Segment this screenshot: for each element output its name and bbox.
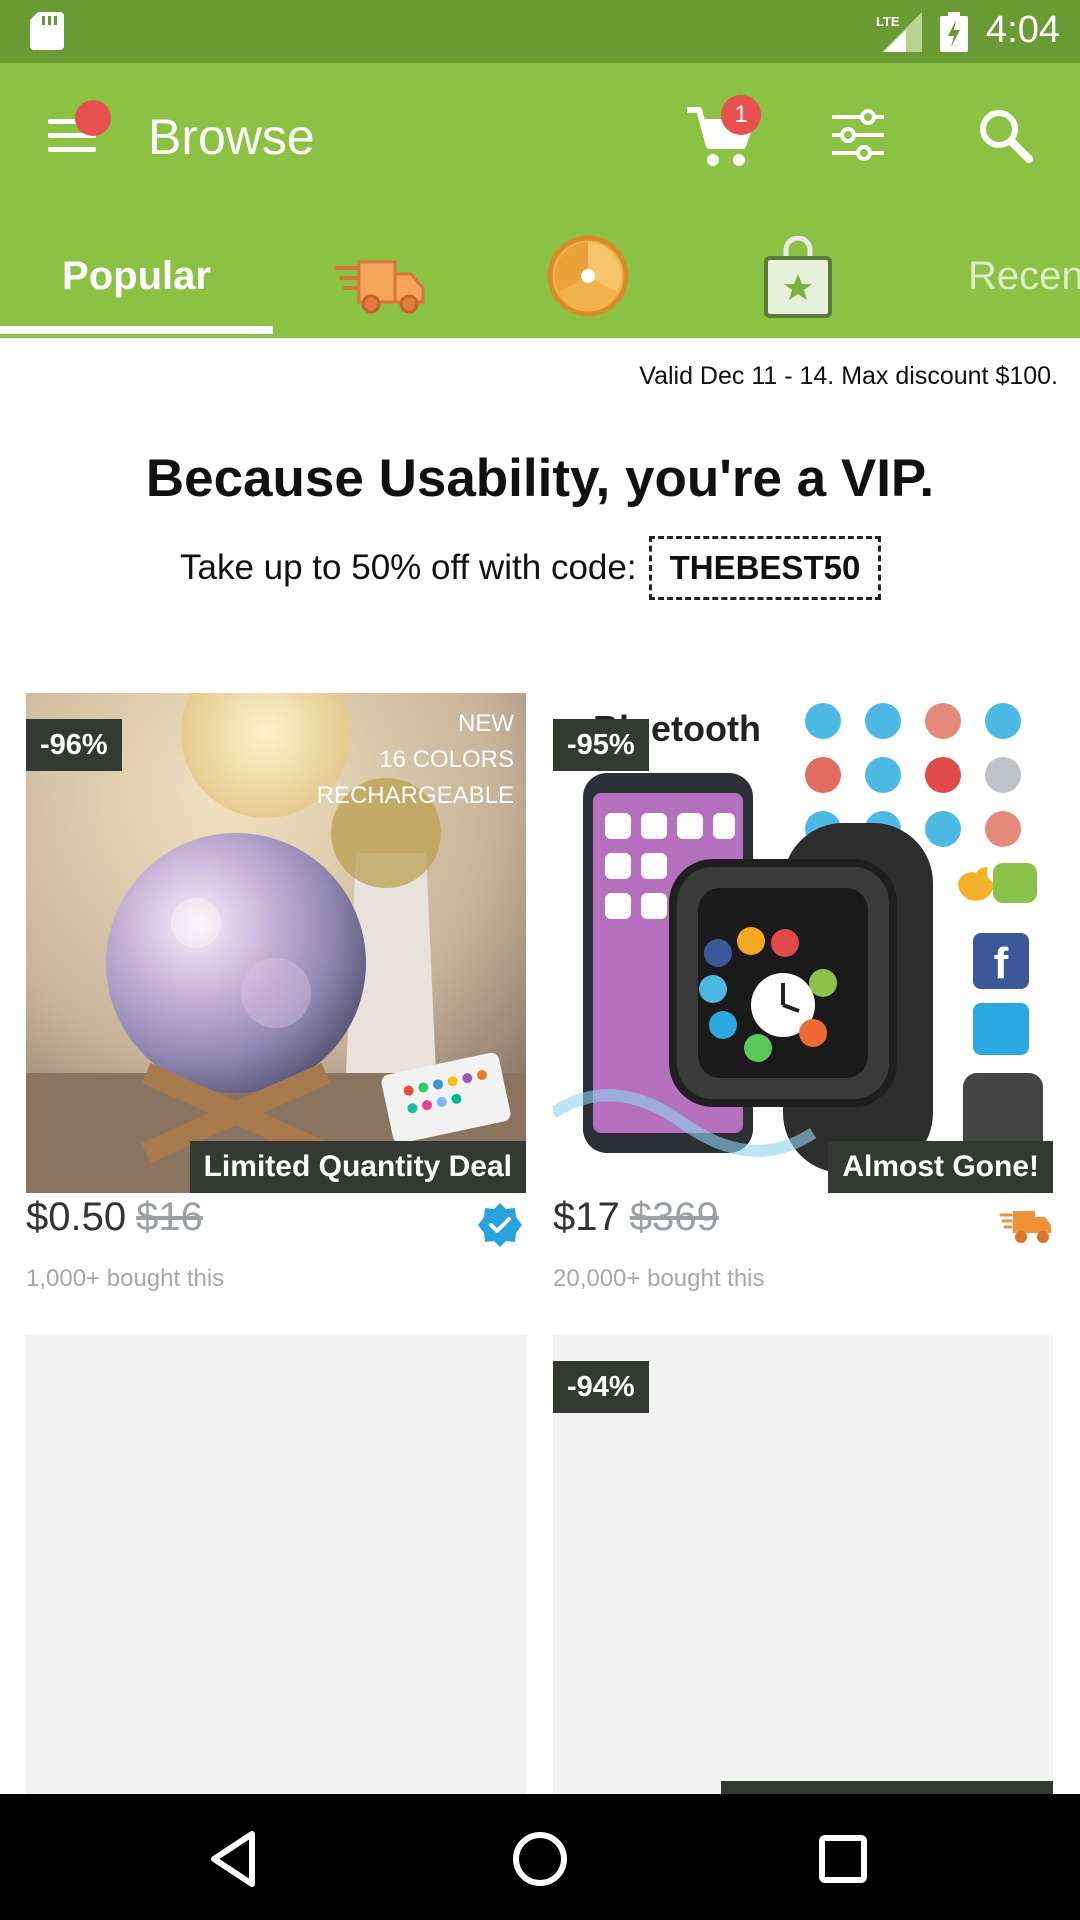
battery-charging-icon [940, 12, 968, 52]
deal-label [721, 1781, 1053, 1795]
product-card-placeholder[interactable]: -94% [553, 1335, 1053, 1795]
search-icon[interactable] [975, 105, 1035, 165]
bought-count: 20,000+ bought this [553, 1265, 765, 1292]
notification-dot [75, 100, 111, 136]
discount-badge: -94% [553, 1361, 649, 1413]
cart-count-badge: 1 [721, 95, 761, 135]
tab-recent-label: Recen [968, 254, 1080, 298]
image-caption: NEW [458, 710, 514, 737]
system-nav-bar [0, 1794, 1080, 1920]
deal-label: Limited Quantity Deal [189, 1141, 526, 1193]
product-price-row: $17 $369 [553, 1195, 719, 1240]
lte-signal-icon: LTE [876, 12, 922, 52]
prize-wheel-icon [547, 235, 629, 317]
promo-offer: Take up to 50% off with code: THEBEST50 [180, 532, 882, 604]
tab-recent[interactable]: Recen [950, 230, 1080, 335]
network-type: LTE [876, 14, 900, 29]
promo-headline: Because Usability, you're a VIP. [145, 449, 935, 508]
image-caption: RECHARGEABLE [317, 782, 514, 809]
product-image: NEW 16 COLORS RECHARGEABLE -96% Limited … [26, 693, 526, 1193]
filter-sliders-icon[interactable] [828, 105, 888, 165]
home-icon[interactable] [505, 1824, 575, 1894]
tab-popular[interactable]: Popular [0, 230, 273, 335]
bought-count: 1,000+ bought this [26, 1265, 225, 1292]
promo-offer-text: Take up to 50% off with code: [180, 548, 637, 587]
product-image: f Bluetooth -95% Almost Gone! [553, 693, 1053, 1193]
price: $17 [553, 1195, 620, 1239]
clock: 4:04 [986, 9, 1060, 51]
category-tabs: Popular Recen [0, 230, 1080, 335]
tab-popular-label: Popular [62, 254, 211, 298]
tab-shopping-bag[interactable] [760, 230, 836, 335]
old-price: $16 [136, 1195, 203, 1239]
active-tab-indicator [0, 326, 273, 334]
svg-text:f: f [994, 939, 1009, 988]
price: $0.50 [26, 1195, 127, 1239]
discount-badge: -95% [553, 719, 649, 771]
tab-fast-shipping[interactable] [335, 230, 427, 335]
page-title: Browse [148, 109, 315, 165]
delivery-truck-icon [335, 260, 425, 314]
verified-check-icon [478, 1203, 522, 1247]
recent-apps-icon[interactable] [808, 1824, 878, 1894]
promo-valid-dates: Valid Dec 11 - 14. Max discount $100. [639, 362, 1058, 390]
status-bar: LTE 4:04 [0, 0, 1080, 63]
fast-shipping-truck-icon [999, 1211, 1051, 1243]
shopping-bag-icon [764, 236, 832, 318]
product-price-row: $0.50 $16 [26, 1195, 203, 1240]
product-card-placeholder[interactable] [26, 1335, 526, 1795]
old-price: $369 [629, 1195, 719, 1239]
sd-card-icon [30, 12, 64, 50]
back-icon[interactable] [200, 1824, 270, 1894]
discount-badge: -96% [26, 719, 122, 771]
tab-prize-wheel[interactable] [546, 230, 630, 335]
promo-code[interactable]: THEBEST50 [648, 536, 882, 600]
image-caption: 16 COLORS [379, 746, 514, 773]
deal-label: Almost Gone! [828, 1141, 1053, 1193]
